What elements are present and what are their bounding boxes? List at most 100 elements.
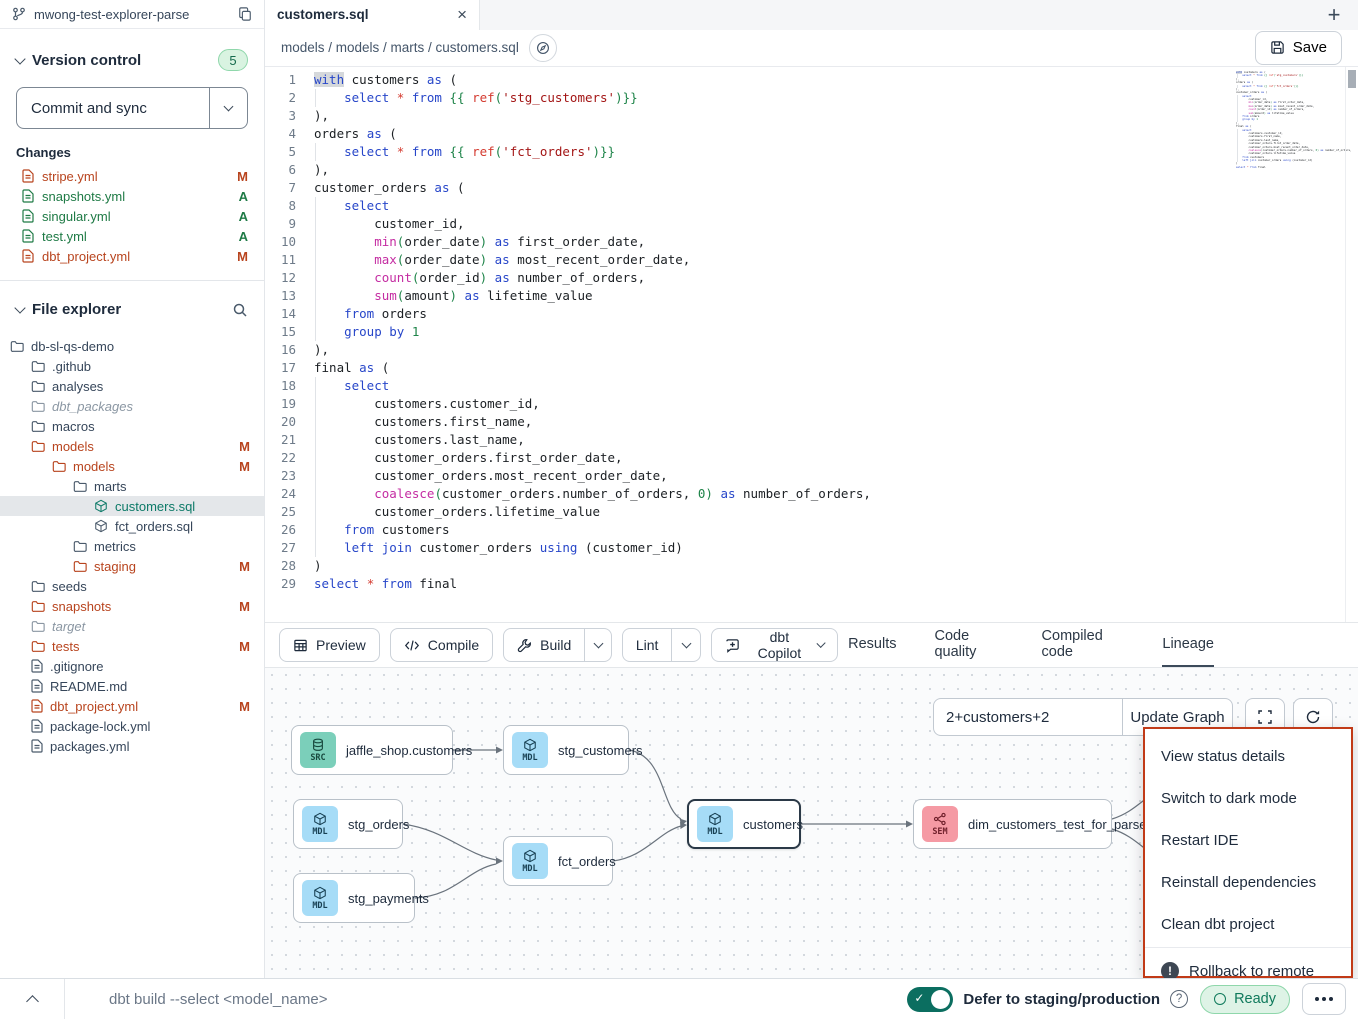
code-line-6[interactable]: 6), <box>265 161 1358 179</box>
menu-item-switch-to-dark-mode[interactable]: Switch to dark mode <box>1145 777 1351 819</box>
more-options-button[interactable] <box>1302 983 1346 1015</box>
code-line-27[interactable]: 27 left join customer_orders using (cust… <box>265 539 1358 557</box>
tree-item-dbt_packages[interactable]: dbt_packages <box>0 396 264 416</box>
code-line-24[interactable]: 24 coalesce(customer_orders.number_of_or… <box>265 485 1358 503</box>
tree-item--github[interactable]: .github <box>0 356 264 376</box>
question-icon[interactable]: ? <box>1170 990 1188 1008</box>
change-row-singular-yml[interactable]: singular.ymlA <box>0 206 264 226</box>
change-row-test-yml[interactable]: test.ymlA <box>0 226 264 246</box>
search-icon[interactable] <box>232 302 248 318</box>
menu-item-clean-dbt-project[interactable]: Clean dbt project <box>1145 903 1351 945</box>
build-button[interactable]: Build <box>504 629 584 661</box>
tree-item-models[interactable]: modelsM <box>0 436 264 456</box>
code-line-3[interactable]: 3), <box>265 107 1358 125</box>
tree-item-README-md[interactable]: README.md <box>0 676 264 696</box>
change-row-stripe-yml[interactable]: stripe.ymlM <box>0 166 264 186</box>
code-line-18[interactable]: 18 select <box>265 377 1358 395</box>
tree-item-marts[interactable]: marts <box>0 476 264 496</box>
code-line-17[interactable]: 17final as ( <box>265 359 1358 377</box>
code-line-15[interactable]: 15 group by 1 <box>265 323 1358 341</box>
copy-icon[interactable] <box>238 7 252 21</box>
code-line-22[interactable]: 22 customer_orders.first_order_date, <box>265 449 1358 467</box>
tab-results[interactable]: Results <box>848 623 896 667</box>
compile-button[interactable]: Compile <box>390 628 493 662</box>
lineage-node-stg_customers[interactable]: MDLstg_customers <box>503 725 629 775</box>
chevron-down-icon[interactable] <box>14 53 25 64</box>
code-line-2[interactable]: 2 select * from {{ ref('stg_customers')}… <box>265 89 1358 107</box>
tree-item--gitignore[interactable]: .gitignore <box>0 656 264 676</box>
code-line-21[interactable]: 21 customers.last_name, <box>265 431 1358 449</box>
lint-options-caret[interactable] <box>671 629 700 661</box>
code-line-19[interactable]: 19 customers.customer_id, <box>265 395 1358 413</box>
tab-compiled-code[interactable]: Compiled code <box>1042 623 1125 667</box>
code-line-14[interactable]: 14 from orders <box>265 305 1358 323</box>
code-line-20[interactable]: 20 customers.first_name, <box>265 413 1358 431</box>
chevron-down-icon[interactable] <box>14 302 25 313</box>
code-line-28[interactable]: 28) <box>265 557 1358 575</box>
file-icon <box>31 739 43 753</box>
code-line-26[interactable]: 26 from customers <box>265 521 1358 539</box>
new-tab-button[interactable]: + <box>1310 0 1358 30</box>
tab-lineage[interactable]: Lineage <box>1162 623 1214 667</box>
lint-button[interactable]: Lint <box>623 629 672 661</box>
lineage-selector-input[interactable]: 2+customers+2 <box>934 699 1122 735</box>
tree-item-db-sl-qs-demo[interactable]: db-sl-qs-demo <box>0 336 264 356</box>
tree-item-target[interactable]: target <box>0 616 264 636</box>
lineage-node-jaffle_shop-customers[interactable]: SRCjaffle_shop.customers <box>291 725 453 775</box>
dbt-copilot-button[interactable]: dbt Copilot <box>711 628 838 662</box>
tree-item-customers-sql[interactable]: customers.sql <box>0 496 264 516</box>
tree-item-macros[interactable]: macros <box>0 416 264 436</box>
change-row-snapshots-yml[interactable]: snapshots.ymlA <box>0 186 264 206</box>
code-line-10[interactable]: 10 min(order_date) as first_order_date, <box>265 233 1358 251</box>
compass-icon[interactable] <box>529 34 557 62</box>
lineage-node-fct_orders[interactable]: MDLfct_orders <box>503 836 613 886</box>
code-line-13[interactable]: 13 sum(amount) as lifetime_value <box>265 287 1358 305</box>
code-line-11[interactable]: 11 max(order_date) as most_recent_order_… <box>265 251 1358 269</box>
close-icon[interactable]: × <box>457 6 467 23</box>
defer-toggle[interactable]: ✓ <box>907 987 953 1012</box>
tree-item-tests[interactable]: testsM <box>0 636 264 656</box>
tree-item-fct_orders-sql[interactable]: fct_orders.sql <box>0 516 264 536</box>
save-button[interactable]: Save <box>1255 31 1342 65</box>
editor-scrollbar[interactable] <box>1345 67 1358 622</box>
commit-options-caret[interactable] <box>209 88 247 128</box>
tree-item-staging[interactable]: stagingM <box>0 556 264 576</box>
tree-item-models[interactable]: modelsM <box>0 456 264 476</box>
tab-code-quality[interactable]: Code quality <box>934 623 1003 667</box>
tree-item-dbt_project-yml[interactable]: dbt_project.ymlM <box>0 696 264 716</box>
tree-item-analyses[interactable]: analyses <box>0 376 264 396</box>
lineage-node-customers[interactable]: MDLcustomers <box>687 799 801 849</box>
command-input[interactable]: dbt build --select <model_name> <box>64 979 907 1019</box>
code-line-16[interactable]: 16), <box>265 341 1358 359</box>
change-row-dbt_project-yml[interactable]: dbt_project.ymlM <box>0 246 264 266</box>
tree-item-package-lock-yml[interactable]: package-lock.yml <box>0 716 264 736</box>
menu-item-restart-ide[interactable]: Restart IDE <box>1145 819 1351 861</box>
code-line-8[interactable]: 8 select <box>265 197 1358 215</box>
menu-item-view-status-details[interactable]: View status details <box>1145 735 1351 777</box>
lineage-node-dim_customers_test_for_parse[interactable]: SEMdim_customers_test_for_parse <box>913 799 1112 849</box>
tab-customers-sql[interactable]: customers.sql × <box>265 0 480 30</box>
code-editor[interactable]: 1with customers as (2 select * from {{ r… <box>265 66 1358 622</box>
code-line-1[interactable]: 1with customers as ( <box>265 71 1358 89</box>
tree-item-snapshots[interactable]: snapshotsM <box>0 596 264 616</box>
lineage-canvas[interactable]: SRCjaffle_shop.customers MDLstg_customers… <box>265 668 1358 978</box>
code-line-25[interactable]: 25 customer_orders.lifetime_value <box>265 503 1358 521</box>
code-line-5[interactable]: 5 select * from {{ ref('fct_orders')}} <box>265 143 1358 161</box>
code-line-7[interactable]: 7customer_orders as ( <box>265 179 1358 197</box>
lineage-node-stg_orders[interactable]: MDLstg_orders <box>293 799 403 849</box>
build-options-caret[interactable] <box>584 629 611 661</box>
code-line-4[interactable]: 4orders as ( <box>265 125 1358 143</box>
commit-and-sync-button[interactable]: Commit and sync <box>17 88 209 128</box>
code-line-23[interactable]: 23 customer_orders.most_recent_order_dat… <box>265 467 1358 485</box>
tree-item-seeds[interactable]: seeds <box>0 576 264 596</box>
code-line-9[interactable]: 9 customer_id, <box>265 215 1358 233</box>
lineage-node-stg_payments[interactable]: MDLstg_payments <box>293 873 415 923</box>
code-line-12[interactable]: 12 count(order_id) as number_of_orders, <box>265 269 1358 287</box>
collapse-panel-button[interactable] <box>0 979 64 1019</box>
tree-item-packages-yml[interactable]: packages.yml <box>0 736 264 756</box>
tree-item-metrics[interactable]: metrics <box>0 536 264 556</box>
menu-item-reinstall-dependencies[interactable]: Reinstall dependencies <box>1145 861 1351 903</box>
code-line-29[interactable]: 29select * from final <box>265 575 1358 593</box>
preview-button[interactable]: Preview <box>279 628 380 662</box>
menu-item-rollback-to-remote[interactable]: ! Rollback to remote <box>1145 950 1351 978</box>
